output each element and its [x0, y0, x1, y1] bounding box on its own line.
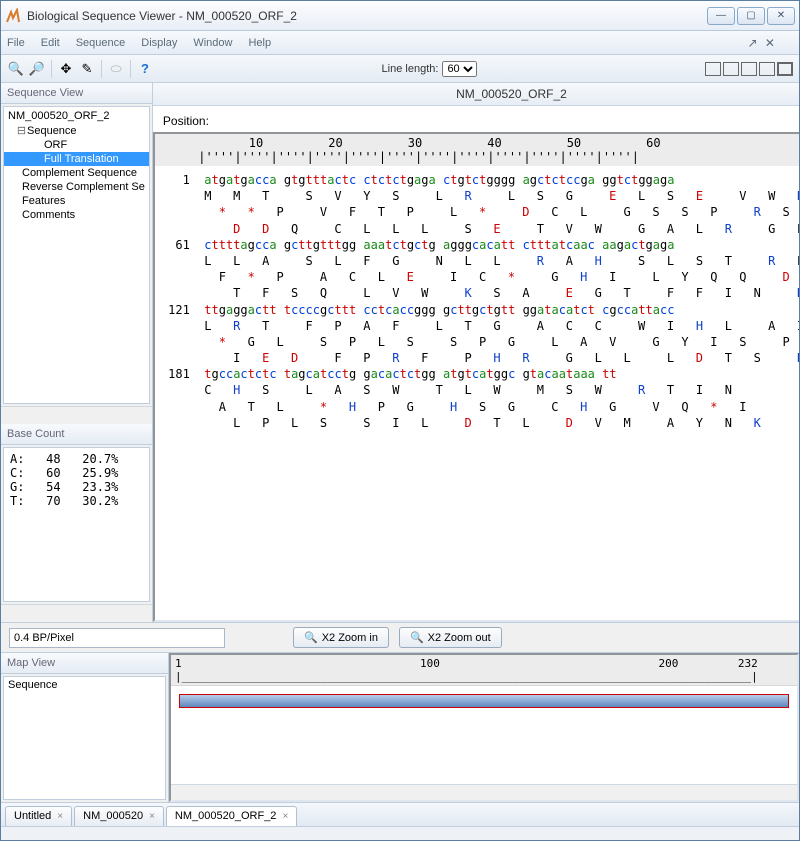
- basecount-hscroll[interactable]: [1, 604, 152, 622]
- menu-help[interactable]: Help: [248, 37, 271, 49]
- tree-features[interactable]: Features: [4, 194, 149, 208]
- zoom-out-button[interactable]: 🔍X2 Zoom out: [399, 627, 502, 648]
- tree-sequence[interactable]: ⊟Sequence: [4, 123, 149, 138]
- tree-revcomp[interactable]: Reverse Complement Se: [4, 180, 149, 194]
- menu-window[interactable]: Window: [193, 37, 232, 49]
- layout-max-icon[interactable]: [777, 62, 793, 76]
- tab-nm-000520-orf-2[interactable]: NM_000520_ORF_2×: [166, 806, 297, 826]
- map-ruler: 1 100 200 232 |_________________________…: [171, 655, 797, 686]
- help-icon[interactable]: ?: [136, 60, 154, 78]
- map-track-list[interactable]: Sequence: [3, 676, 166, 800]
- zoom-controls: 🔍X2 Zoom in 🔍X2 Zoom out: [1, 622, 799, 652]
- layout-cols-icon[interactable]: [723, 62, 739, 76]
- tab-nm-000520[interactable]: NM_000520×: [74, 806, 164, 826]
- titlebar[interactable]: Biological Sequence Viewer - NM_000520_O…: [1, 1, 799, 31]
- zoom-region-icon[interactable]: 🔎: [28, 60, 46, 78]
- basecount-row-t: T: 70 30.2%: [10, 494, 143, 508]
- position-bar: Position: 232 bp: [153, 106, 799, 132]
- select-icon[interactable]: ✥: [57, 60, 75, 78]
- tab-close-icon[interactable]: ×: [282, 811, 288, 822]
- marker-icon[interactable]: ✎: [78, 60, 96, 78]
- minimize-button[interactable]: —: [707, 7, 735, 25]
- tab-close-icon[interactable]: ×: [57, 811, 63, 822]
- map-canvas[interactable]: 1 100 200 232 |_________________________…: [169, 653, 799, 802]
- tree-root[interactable]: NM_000520_ORF_2: [4, 109, 149, 123]
- toolbar: 🔍 🔎 ✥ ✎ ⬭ ? Line length: 60: [1, 55, 799, 83]
- menu-file[interactable]: File: [7, 37, 25, 49]
- menubar: File Edit Sequence Display Window Help ↗…: [1, 31, 799, 55]
- tree-full-translation[interactable]: Full Translation: [4, 152, 149, 166]
- sequence-view-panel-title: Sequence View: [1, 83, 152, 104]
- basecount-panel-title: Base Count: [1, 424, 152, 445]
- basecount-row-g: G: 54 23.3%: [10, 480, 143, 494]
- tab-untitled[interactable]: Untitled×: [5, 806, 72, 826]
- dock-controls[interactable]: ↗ ✕: [748, 36, 777, 50]
- layout-stack-icon[interactable]: [759, 62, 775, 76]
- tab-close-icon[interactable]: ×: [149, 811, 155, 822]
- line-length-label: Line length:: [382, 63, 439, 75]
- magnify-minus-icon: 🔍: [410, 631, 424, 644]
- document-tabs: Untitled×NM_000520×NM_000520_ORF_2×: [1, 802, 799, 826]
- zoom-in-button[interactable]: 🔍X2 Zoom in: [293, 627, 389, 648]
- basecount-row-c: C: 60 25.9%: [10, 466, 143, 480]
- sequence-title: NM_000520_ORF_2: [153, 83, 799, 106]
- eraser-icon[interactable]: ⬭: [107, 60, 125, 78]
- basecount-row-a: A: 48 20.7%: [10, 452, 143, 466]
- position-label: Position:: [163, 114, 209, 128]
- app-logo-icon: [5, 8, 21, 24]
- maximize-button[interactable]: ▢: [737, 7, 765, 25]
- menu-edit[interactable]: Edit: [41, 37, 60, 49]
- tree-hscroll[interactable]: [1, 406, 152, 424]
- tree-comments[interactable]: Comments: [4, 208, 149, 222]
- sequence-viewer[interactable]: 10 20 30 40 50 60 |''''|''''|''''|''''|'…: [153, 132, 799, 622]
- mapview-panel-title: Map View: [1, 653, 168, 674]
- zoom-fit-icon[interactable]: 🔍: [7, 60, 25, 78]
- window-title: Biological Sequence Viewer - NM_000520_O…: [27, 9, 707, 23]
- map-view: Map View Sequence 1 100 200 232 |_______…: [1, 652, 799, 802]
- sequence-ruler: 10 20 30 40 50 60 |''''|''''|''''|''''|'…: [155, 134, 799, 166]
- layout-buttons[interactable]: [705, 62, 793, 76]
- magnify-plus-icon: 🔍: [304, 631, 318, 644]
- tree-complement[interactable]: Complement Sequence: [4, 166, 149, 180]
- main-area: Sequence View NM_000520_ORF_2 ⊟Sequence …: [1, 83, 799, 622]
- map-hscroll[interactable]: [171, 784, 797, 800]
- app-window: Biological Sequence Viewer - NM_000520_O…: [0, 0, 800, 841]
- layout-grid-icon[interactable]: [705, 62, 721, 76]
- layout-rows-icon[interactable]: [741, 62, 757, 76]
- menu-sequence[interactable]: Sequence: [76, 37, 126, 49]
- statusbar: [1, 826, 799, 840]
- basecount-table: A: 48 20.7% C: 60 25.9% G: 54 23.3% T: 7…: [3, 447, 150, 602]
- tree-orf[interactable]: ORF: [4, 138, 149, 152]
- map-left: Map View Sequence: [1, 653, 169, 802]
- close-button[interactable]: ✕: [767, 7, 795, 25]
- map-sequence-track[interactable]: [179, 694, 789, 708]
- right-column: NM_000520_ORF_2 Position: 232 bp 10 20 3…: [153, 83, 799, 622]
- sequence-block[interactable]: 1 atgatgacca gtgtttactc ctctctgaga ctgtc…: [155, 172, 799, 437]
- left-column: Sequence View NM_000520_ORF_2 ⊟Sequence …: [1, 83, 153, 622]
- line-length-select[interactable]: 60: [442, 61, 477, 77]
- sequence-tree[interactable]: NM_000520_ORF_2 ⊟Sequence ORF Full Trans…: [3, 106, 150, 404]
- bp-per-pixel-input[interactable]: [9, 628, 225, 648]
- menu-display[interactable]: Display: [141, 37, 177, 49]
